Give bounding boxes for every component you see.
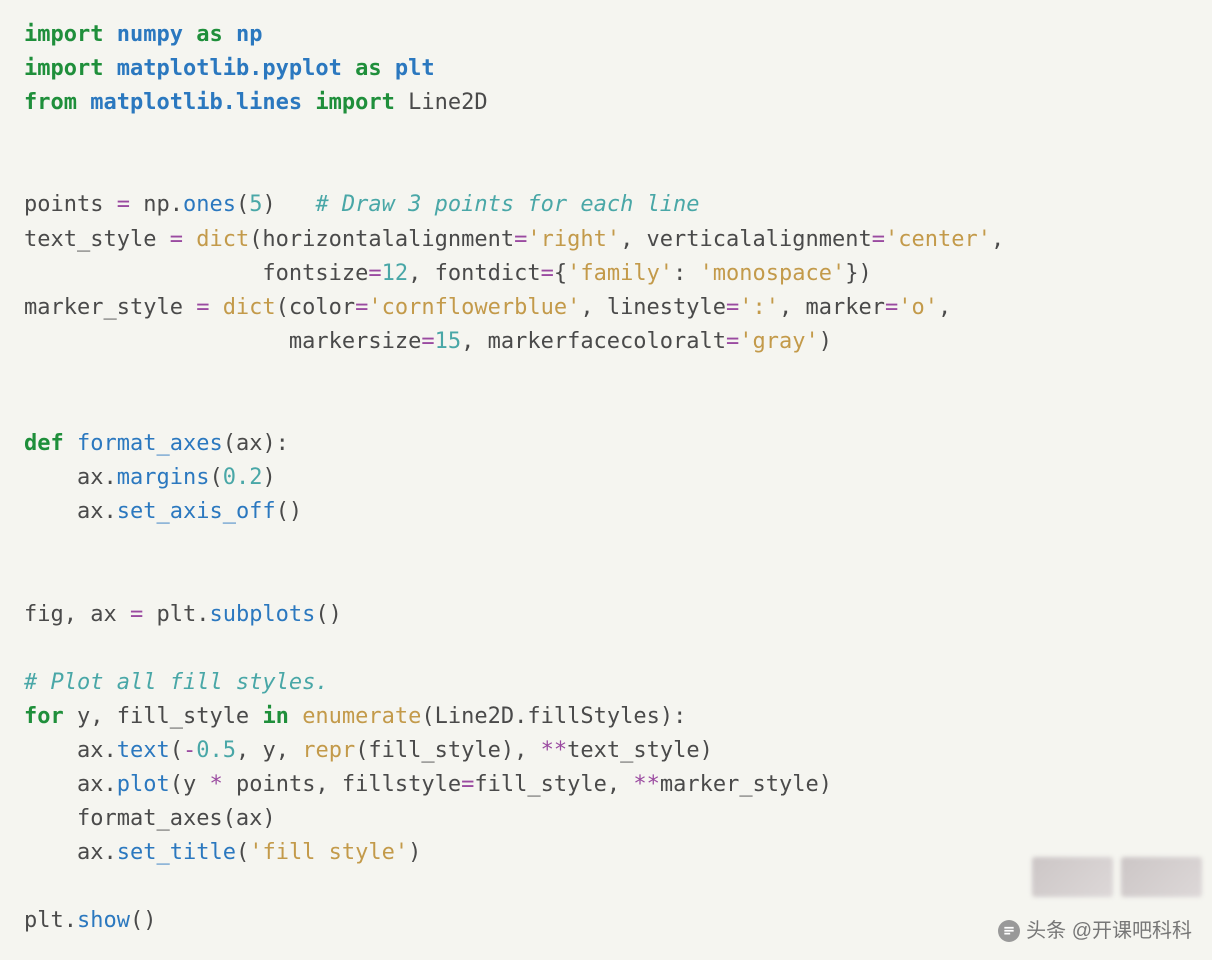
line-15: fig, ax = plt.subplots()	[24, 602, 342, 627]
line-12: ax.margins(0.2)	[24, 465, 276, 490]
line-1: import numpy as np	[24, 22, 262, 47]
line-6: text_style = dict(horizontalalignment='r…	[24, 227, 1004, 252]
line-19: ax.text(-0.5, y, repr(fill_style), **tex…	[24, 738, 713, 763]
line-21: format_axes(ax)	[24, 806, 276, 831]
line-18: for y, fill_style in enumerate(Line2D.fi…	[24, 704, 686, 729]
line-11: def format_axes(ax):	[24, 431, 289, 456]
code-block: import numpy as np import matplotlib.pyp…	[24, 18, 1200, 939]
watermark-text: 头条 @开课吧科科	[1026, 916, 1192, 947]
line-13: ax.set_axis_off()	[24, 499, 302, 524]
line-20: ax.plot(y * points, fillstyle=fill_style…	[24, 772, 832, 797]
watermark: 头条 @开课吧科科	[998, 916, 1192, 947]
line-7: fontsize=12, fontdict={'family': 'monosp…	[24, 261, 872, 286]
line-2: import matplotlib.pyplot as plt	[24, 56, 435, 81]
blurred-region	[1032, 857, 1202, 897]
line-9: markersize=15, markerfacecoloralt='gray'…	[24, 329, 832, 354]
line-3: from matplotlib.lines import Line2D	[24, 90, 488, 115]
line-17: # Plot all fill styles.	[24, 670, 329, 695]
line-24: plt.show()	[24, 908, 156, 933]
line-22: ax.set_title('fill style')	[24, 840, 421, 865]
toutiao-icon	[998, 920, 1020, 942]
line-8: marker_style = dict(color='cornflowerblu…	[24, 295, 951, 320]
line-5: points = np.ones(5) # Draw 3 points for …	[24, 192, 700, 217]
